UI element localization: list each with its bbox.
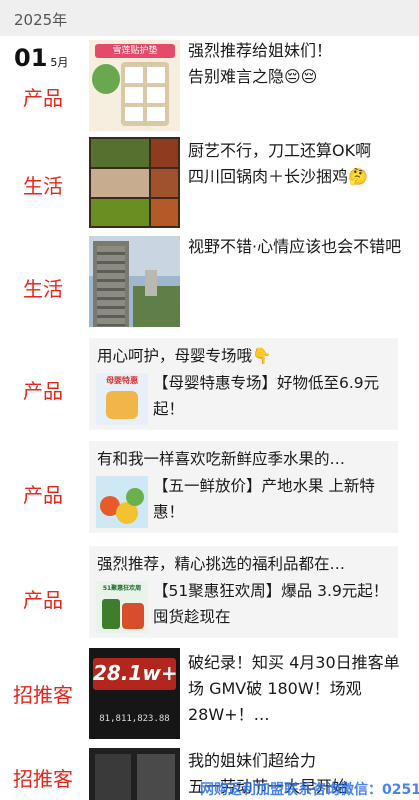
year-label: 2025年 — [14, 11, 68, 29]
date-label: 01 5月 — [14, 44, 68, 72]
year-header: 2025年 — [0, 0, 419, 36]
post-caption: 破纪录！知买 4月30日推客单场 GMV破 180W！场观 28W+！… — [188, 653, 400, 724]
entry-category: 产品 — [23, 86, 63, 110]
card-thumb-label: 母婴特惠 — [106, 376, 138, 385]
card-thumbnail: 51聚惠狂欢周 — [96, 581, 148, 633]
date-month: 5月 — [50, 56, 69, 69]
thumb-amount: 81,811,823.88 — [99, 714, 170, 724]
post-thumbnail[interactable]: 28.1w+ 81,811,823.88 — [89, 648, 180, 739]
card-text: 【五一鲜放价】产地水果 上新特惠！ — [153, 477, 375, 521]
post-thumbnail[interactable] — [89, 748, 180, 800]
card-thumb-label: 51聚惠狂欢周 — [102, 585, 142, 592]
post-thumbnail[interactable] — [89, 236, 180, 327]
card-text: 【51聚惠狂欢周】爆品 3.9元起！囤货趁现在 — [153, 582, 389, 626]
thumb-brand: 雪莲贴护垫 — [112, 46, 158, 56]
share-card[interactable]: 强烈推荐，精心挑选的福利品都在… 51聚惠狂欢周 【51聚惠狂欢周】爆品 3.9… — [89, 546, 398, 638]
entry-category: 产品 — [23, 588, 63, 612]
card-header: 强烈推荐，精心挑选的福利品都在… — [97, 555, 346, 573]
thumb-gmv: 28.1w+ — [93, 661, 178, 685]
card-header: 用心呵护，母婴专场哦👇 — [97, 347, 272, 365]
entry-category: 生活 — [23, 277, 63, 301]
post-caption: 视野不错·心情应该也会不错吧 — [188, 237, 402, 256]
post-caption: 强烈推荐给姐妹们！ 告别难言之隐😔😔 — [188, 41, 333, 86]
share-card[interactable]: 用心呵护，母婴专场哦👇 母婴特惠 【母婴特惠专场】好物低至6.9元起！ — [89, 338, 398, 430]
entry-category: 产品 — [23, 379, 63, 403]
entry-category: 招推客 — [13, 683, 73, 707]
post-thumbnail[interactable] — [89, 137, 180, 228]
entry-category: 招推客 — [13, 767, 73, 791]
date-day: 01 — [14, 44, 48, 72]
entry-category: 生活 — [23, 174, 63, 198]
card-text: 【母婴特惠专场】好物低至6.9元起！ — [153, 374, 380, 418]
watermark: 网购返利加盟联系咨询微信：025177219 — [200, 782, 419, 798]
post-thumbnail[interactable]: 雪莲贴护垫 — [89, 40, 180, 131]
card-thumbnail — [96, 476, 148, 528]
entry-category: 产品 — [23, 483, 63, 507]
share-card[interactable]: 有和我一样喜欢吃新鲜应季水果的… 【五一鲜放价】产地水果 上新特惠！ — [89, 441, 398, 533]
card-thumbnail: 母婴特惠 — [96, 373, 148, 425]
post-caption: 厨艺不行，刀工还算OK啊 四川回锅肉＋长沙捆鸡🤔 — [188, 141, 372, 186]
card-header: 有和我一样喜欢吃新鲜应季水果的… — [97, 450, 346, 468]
